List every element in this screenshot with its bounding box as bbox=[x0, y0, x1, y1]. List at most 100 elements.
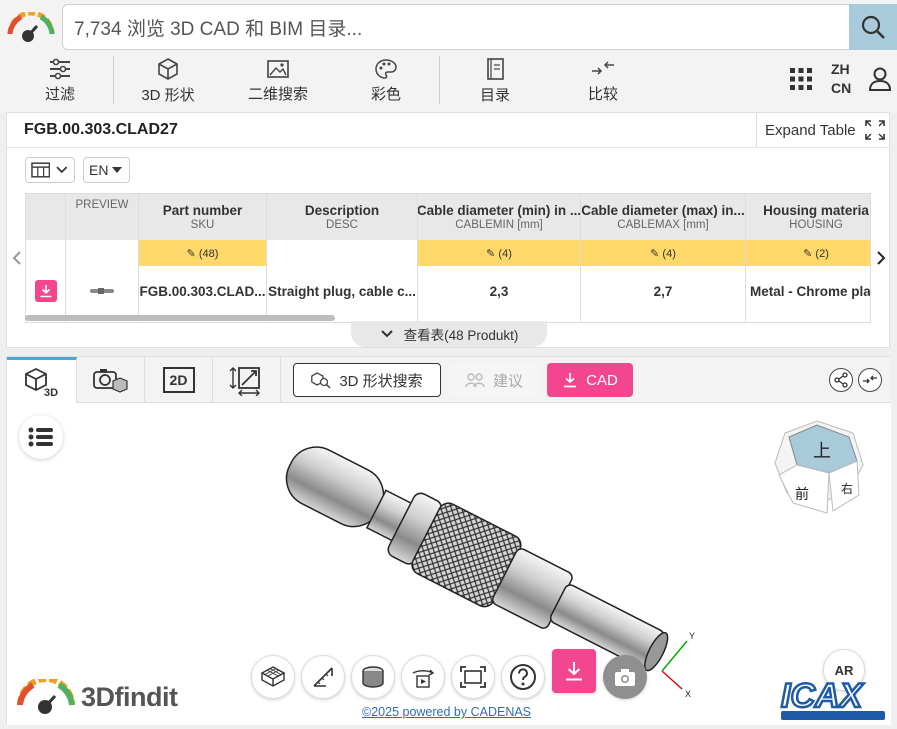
nav-filter-label: 过滤 bbox=[44, 86, 75, 103]
column-view-select[interactable] bbox=[25, 157, 75, 183]
table-header bbox=[26, 194, 65, 240]
table-col-description[interactable]: Description DESC Straight plug, cable c.… bbox=[267, 194, 418, 322]
cad-viewer: 3D 2D 3D 形状搜索 建议 CAD X Y 上 前 右 AR 3Dfind… bbox=[6, 356, 891, 725]
expand-icon bbox=[864, 120, 885, 140]
tab-snapshot[interactable] bbox=[77, 357, 145, 403]
table-col-cable-min[interactable]: Cable diameter (min) in ... CABLEMIN [mm… bbox=[418, 194, 581, 322]
table-filter[interactable]: ✎ (2) bbox=[746, 240, 870, 266]
help-button[interactable] bbox=[501, 655, 545, 699]
3dfindit-brand[interactable]: 3Dfindit bbox=[15, 679, 178, 715]
tab-2d[interactable]: 2D bbox=[145, 357, 213, 403]
table-row-actions bbox=[26, 266, 65, 316]
chevron-left-icon[interactable] bbox=[11, 249, 23, 267]
nav-color[interactable]: 彩色 bbox=[366, 52, 406, 110]
suggest-icon bbox=[465, 373, 485, 388]
compare-arrows-icon bbox=[592, 61, 614, 75]
share-icon bbox=[834, 372, 848, 388]
table-header[interactable]: Cable diameter (max) in... CABLEMAX [mm] bbox=[581, 194, 745, 240]
cube-icon bbox=[158, 58, 178, 80]
3dfindit-logo-icon bbox=[17, 679, 75, 714]
watermark-text: ICAX bbox=[781, 677, 865, 715]
search-icon bbox=[861, 15, 885, 39]
table-col-cable-max[interactable]: Cable diameter (max) in... CABLEMAX [mm]… bbox=[581, 194, 746, 322]
cad-download-button[interactable]: CAD bbox=[547, 363, 633, 397]
filter-count: ✎ (4) bbox=[486, 247, 512, 260]
shape-search-button[interactable]: 3D 形状搜索 bbox=[293, 363, 441, 397]
table-header[interactable]: Description DESC bbox=[267, 194, 417, 240]
table-header[interactable]: Housing materia HOUSING bbox=[746, 194, 870, 240]
table-scrollbar[interactable] bbox=[25, 315, 335, 321]
table-filter[interactable]: ✎ (48) bbox=[139, 240, 266, 266]
3dfindit-logo-icon[interactable] bbox=[6, 12, 56, 44]
tab-2d-label: 2D bbox=[169, 372, 188, 388]
language-switch[interactable]: ZH CN bbox=[831, 60, 851, 98]
download-cad-button[interactable] bbox=[552, 649, 596, 693]
measure-button[interactable] bbox=[301, 655, 345, 699]
expand-table-button[interactable]: Expand Table bbox=[756, 113, 890, 147]
table-filter[interactable]: ✎ (4) bbox=[581, 240, 745, 266]
icax-watermark-icon: ICAX bbox=[780, 676, 885, 720]
table-cell[interactable]: 2,3 bbox=[418, 266, 580, 316]
animation-button[interactable] bbox=[401, 655, 445, 699]
section-button[interactable] bbox=[351, 655, 395, 699]
chevron-right-icon[interactable] bbox=[875, 249, 887, 267]
column-title: Part number bbox=[162, 203, 243, 218]
view-table-button[interactable]: 查看表(48 Produkt) bbox=[351, 321, 547, 347]
tab-dimensions[interactable] bbox=[213, 357, 281, 403]
axis-y-label: Y bbox=[689, 631, 695, 641]
panel-divider bbox=[7, 147, 890, 148]
column-sub: CABLEMAX [mm] bbox=[617, 219, 709, 231]
view-cube[interactable]: 上 前 右 bbox=[771, 419, 867, 523]
table-filter[interactable]: ✎ (4) bbox=[418, 240, 580, 266]
table-col-housing[interactable]: Housing materia HOUSING ✎ (2) Metal - Ch… bbox=[746, 194, 870, 322]
table-col-actions bbox=[26, 194, 66, 322]
measure-icon bbox=[313, 667, 333, 687]
palette-icon bbox=[375, 59, 397, 79]
search-input[interactable]: 7,734 浏览 3D CAD 和 BIM 目录... bbox=[62, 4, 897, 50]
brand-name: 3Dfindit bbox=[81, 681, 178, 712]
filter-count: ✎ (48) bbox=[186, 247, 219, 260]
table-cell[interactable]: 2,7 bbox=[581, 266, 745, 316]
table-header[interactable]: Cable diameter (min) in ... CABLEMIN [mm… bbox=[418, 194, 580, 240]
table-cell[interactable]: FGB.00.303.CLAD... bbox=[139, 266, 266, 316]
tab-3d-label: 3D bbox=[44, 387, 58, 398]
expand-table-label: Expand Table bbox=[765, 121, 856, 139]
fit-view-button[interactable] bbox=[451, 655, 495, 699]
mesh-icon bbox=[260, 666, 286, 687]
table-filter[interactable] bbox=[267, 240, 417, 266]
suggest-label: 建议 bbox=[492, 372, 523, 390]
nav-compare[interactable]: 比较 bbox=[582, 52, 624, 110]
nav-3d-shape[interactable]: 3D 形状 bbox=[136, 52, 200, 110]
tab-2d-box: 2D bbox=[162, 367, 195, 393]
apps-grid-icon[interactable] bbox=[789, 67, 813, 91]
table-language-select[interactable]: EN bbox=[83, 157, 130, 183]
table-cell[interactable]: Metal - Chrome plate bbox=[746, 266, 870, 316]
table-header[interactable]: Part number SKU bbox=[139, 194, 266, 240]
share-button[interactable] bbox=[829, 368, 853, 392]
table-cell[interactable]: Straight plug, cable c... bbox=[267, 266, 417, 316]
suggest-button[interactable]: 建议 bbox=[449, 363, 539, 397]
table-col-part-number[interactable]: Part number SKU ✎ (48) FGB.00.303.CLAD..… bbox=[139, 194, 267, 322]
search-button[interactable] bbox=[849, 4, 897, 50]
nav-2d-search[interactable]: 二维搜索 bbox=[243, 52, 313, 110]
nav-catalog[interactable]: 目录 bbox=[474, 52, 516, 110]
viewer-stage[interactable]: X Y 上 前 右 AR 3Dfindit ©2025 powered by C… bbox=[7, 403, 891, 725]
compare-viewer-button[interactable] bbox=[858, 368, 882, 392]
camera-cube-icon bbox=[92, 369, 128, 393]
column-title: Housing materia bbox=[763, 203, 869, 218]
screenshot-button[interactable] bbox=[603, 655, 647, 699]
powered-by-link[interactable]: ©2025 powered by CADENAS bbox=[362, 705, 531, 719]
cube-3d-icon: 3D bbox=[24, 367, 58, 398]
table-filter bbox=[26, 240, 65, 266]
download-row-button[interactable] bbox=[34, 280, 57, 302]
nav-3d-shape-label: 3D 形状 bbox=[141, 87, 195, 104]
model-tree-button[interactable] bbox=[19, 415, 63, 459]
user-icon[interactable] bbox=[868, 66, 892, 92]
chevron-down-icon bbox=[380, 330, 393, 338]
column-title: PREVIEW bbox=[75, 199, 129, 211]
render-mode-button[interactable] bbox=[251, 655, 295, 699]
view-cube-right-label: 右 bbox=[841, 481, 853, 496]
nav-filter[interactable]: 过滤 bbox=[38, 52, 82, 110]
table-language-value: EN bbox=[89, 162, 109, 178]
tab-3d[interactable]: 3D bbox=[7, 357, 77, 404]
